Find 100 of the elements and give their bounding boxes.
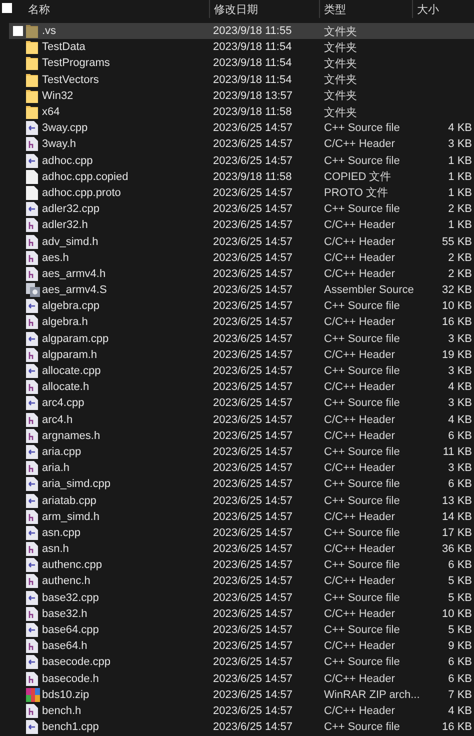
file-row[interactable]: asn.cpp 2023/6/25 14:57 C++ Source file 17 KB xyxy=(9,524,474,541)
file-name: aria.cpp xyxy=(42,446,82,458)
file-row[interactable]: Win32 2023/9/18 13:57 文件夹 xyxy=(9,88,474,104)
file-row[interactable]: aria.cpp 2023/6/25 14:57 C++ Source file 11 KB xyxy=(9,444,474,460)
file-name: adler32.cpp xyxy=(42,203,100,216)
file-row[interactable]: 3way.cpp 2023/6/25 14:57 C++ Source file 4 KB xyxy=(9,120,474,136)
header-file-icon xyxy=(26,606,38,621)
modified-date: 2023/6/25 14:57 xyxy=(213,543,294,556)
column-header[interactable]: 大小 xyxy=(413,0,474,18)
file-name: x64 xyxy=(42,106,61,118)
file-row[interactable]: base64.h 2023/6/25 14:57 C/C++ Header 9 KB xyxy=(9,638,474,654)
file-name: arc4.cpp xyxy=(42,397,86,410)
file-row[interactable]: .vs 2023/9/18 11:55 文件夹 xyxy=(9,23,474,40)
file-row[interactable]: adler32.h 2023/6/25 14:57 C/C++ Header 1 KB xyxy=(9,217,474,234)
file-row[interactable]: aes_armv4.h 2023/6/25 14:57 C/C++ Header 2 KB xyxy=(9,266,474,282)
file-row[interactable]: adv_simd.h 2023/6/25 14:57 C/C++ Header 55 KB xyxy=(9,233,474,250)
file-name: Win32 xyxy=(42,90,74,102)
file-type: C/C++ Header xyxy=(324,348,396,361)
file-size: 11 KB xyxy=(442,446,472,458)
file-type: C/C++ Header xyxy=(324,252,396,264)
file-row[interactable]: algebra.h 2023/6/25 14:57 C/C++ Header 16 KB xyxy=(9,314,474,331)
file-row[interactable]: arc4.cpp 2023/6/25 14:57 C++ Source file 3 KB xyxy=(9,395,474,412)
file-row[interactable]: base32.h 2023/6/25 14:57 C/C++ Header 10 KB xyxy=(9,606,474,622)
file-row[interactable]: algparam.h 2023/6/25 14:57 C/C++ Header 19 KB xyxy=(9,346,474,363)
file-type: C++ Source file xyxy=(324,721,401,734)
file-type: C++ Source file xyxy=(324,203,401,216)
file-row[interactable]: algparam.cpp 2023/6/25 14:57 C++ Source file 3 KB xyxy=(9,330,474,347)
file-type: C/C++ Header xyxy=(324,510,396,523)
select-all-checkbox[interactable] xyxy=(2,2,12,12)
file-row[interactable]: bench1.cpp 2023/6/25 14:57 C++ Source file 16 KB xyxy=(9,719,474,736)
modified-date: 2023/6/25 14:57 xyxy=(213,397,294,410)
source-file-icon xyxy=(26,154,38,168)
file-name: adler32.h xyxy=(42,219,89,232)
file-row[interactable]: 3way.h 2023/6/25 14:57 C/C++ Header 3 KB xyxy=(9,136,474,152)
file-name: asn.cpp xyxy=(42,526,82,539)
file-row[interactable]: argnames.h 2023/6/25 14:57 C/C++ Header 6 KB xyxy=(9,428,474,444)
file-size: 16 KB xyxy=(441,316,472,328)
file-row[interactable]: TestVectors 2023/9/18 11:54 文件夹 xyxy=(9,72,474,88)
source-file-icon xyxy=(26,332,38,346)
modified-date: 2023/6/25 14:57 xyxy=(213,381,294,394)
file-row[interactable]: x64 2023/9/18 11:58 文件夹 xyxy=(9,104,474,120)
folder-icon xyxy=(26,24,38,38)
file-row[interactable]: aria_simd.cpp 2023/6/25 14:57 C++ Source file 6 KB xyxy=(9,476,474,492)
file-row[interactable]: adhoc.cpp.copied 2023/9/18 11:58 COPIED 文件 1 KB xyxy=(9,168,474,185)
column-header[interactable]: 名称 xyxy=(24,0,210,18)
file-size: 1 KB xyxy=(447,170,472,183)
file-row[interactable]: algebra.cpp 2023/6/25 14:57 C++ Source file 10 KB xyxy=(9,298,474,314)
file-row[interactable]: arc4.h 2023/6/25 14:57 C/C++ Header 4 KB xyxy=(9,412,474,428)
file-row[interactable]: TestPrograms 2023/9/18 11:54 文件夹 xyxy=(9,55,474,72)
file-row[interactable]: asn.h 2023/6/25 14:57 C/C++ Header 36 KB xyxy=(9,541,474,558)
file-row[interactable]: arm_simd.h 2023/6/25 14:57 C/C++ Header 14 KB xyxy=(9,508,474,525)
file-size: 55 KB xyxy=(441,236,472,248)
file-row[interactable]: adhoc.cpp.proto 2023/6/25 14:57 PROTO 文件 1 KB xyxy=(9,184,474,202)
file-type: Assembler Source xyxy=(324,284,415,296)
source-file-icon xyxy=(26,720,38,734)
file-row[interactable]: basecode.h 2023/6/25 14:57 C/C++ Header 6 KB xyxy=(9,670,474,687)
file-name: aes_armv4.S xyxy=(42,284,108,296)
header-file-icon xyxy=(26,510,38,524)
file-name: aes_armv4.h xyxy=(42,268,107,280)
file-row[interactable]: authenc.cpp 2023/6/25 14:57 C++ Source file 6 KB xyxy=(9,557,474,574)
source-file-icon xyxy=(26,590,38,605)
modified-date: 2023/6/25 14:57 xyxy=(213,656,294,668)
file-row[interactable]: adler32.cpp 2023/6/25 14:57 C++ Source file 2 KB xyxy=(9,201,474,218)
file-row[interactable]: base64.cpp 2023/6/25 14:57 C++ Source file 5 KB xyxy=(9,622,474,638)
modified-date: 2023/9/18 11:58 xyxy=(213,170,293,183)
modified-date: 2023/6/25 14:57 xyxy=(213,575,294,588)
column-header[interactable]: 类型 xyxy=(320,0,413,18)
file-size: 6 KB xyxy=(447,672,472,685)
file-row[interactable]: base32.cpp 2023/6/25 14:57 C++ Source file 5 KB xyxy=(9,590,474,606)
file-row[interactable]: allocate.h 2023/6/25 14:57 C/C++ Header 4 KB xyxy=(9,379,474,396)
file-row[interactable]: bds10.zip 2023/6/25 14:57 WinRAR ZIP arch... 7 KB xyxy=(9,686,474,703)
file-type: COPIED 文件 xyxy=(324,170,392,184)
file-size: 6 KB xyxy=(447,559,472,572)
file-row[interactable]: adhoc.cpp 2023/6/25 14:57 C++ Source file 1 KB xyxy=(9,152,474,169)
modified-date: 2023/9/18 11:54 xyxy=(213,74,293,86)
file-name: base64.cpp xyxy=(42,624,100,636)
file-size: 2 KB xyxy=(447,203,472,216)
file-row[interactable]: bench.h 2023/6/25 14:57 C/C++ Header 4 KB xyxy=(9,702,474,720)
file-type: 文件夹 xyxy=(324,40,358,55)
file-size: 4 KB xyxy=(447,122,472,134)
file-row[interactable]: aes_armv4.S 2023/6/25 14:57 Assembler Source 32 KB xyxy=(9,282,474,298)
column-header[interactable]: 修改日期 xyxy=(210,0,320,18)
file-type: C++ Source file xyxy=(324,365,401,378)
file-row[interactable]: aes.h 2023/6/25 14:57 C/C++ Header 2 KB xyxy=(9,250,474,266)
file-row[interactable]: basecode.cpp 2023/6/25 14:57 C++ Source file 6 KB xyxy=(9,654,474,670)
file-row[interactable]: TestData 2023/9/18 11:54 文件夹 xyxy=(9,39,474,56)
file-name: base64.h xyxy=(42,640,88,652)
row-checkbox[interactable] xyxy=(12,26,22,36)
modified-date: 2023/6/25 14:57 xyxy=(213,236,294,248)
file-name: adhoc.cpp.proto xyxy=(42,186,122,199)
folder-icon xyxy=(26,56,38,70)
source-file-icon xyxy=(26,396,38,410)
file-row[interactable]: authenc.h 2023/6/25 14:57 C/C++ Header 5 KB xyxy=(9,573,474,590)
file-name: allocate.cpp xyxy=(42,365,102,378)
file-row[interactable]: aria.h 2023/6/25 14:57 C/C++ Header 3 KB xyxy=(9,460,474,476)
file-type: C/C++ Header xyxy=(324,316,396,328)
file-row[interactable]: ariatab.cpp 2023/6/25 14:57 C++ Source file 13 KB xyxy=(9,492,474,509)
file-row[interactable]: allocate.cpp 2023/6/25 14:57 C++ Source file 3 KB xyxy=(9,362,474,380)
file-type: C++ Source file xyxy=(324,494,401,507)
file-size: 4 KB xyxy=(447,704,472,717)
